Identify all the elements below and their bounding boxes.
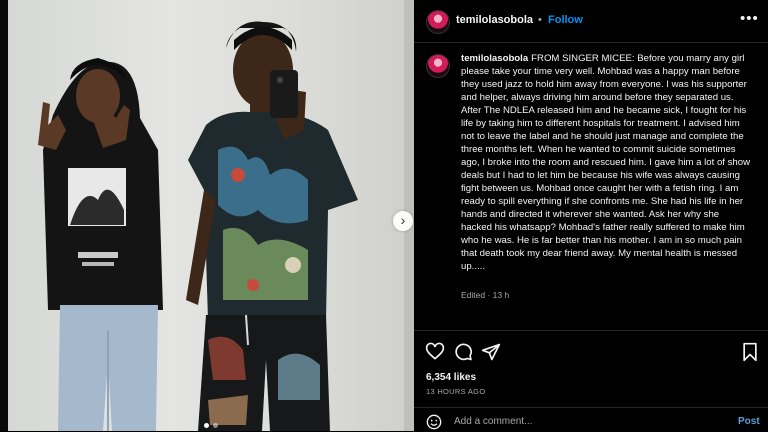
post-comment-button[interactable]: Post <box>738 416 760 427</box>
caption: temilolasobola FROM SINGER MICEE: Before … <box>461 52 751 273</box>
post-time[interactable]: 13 HOURS AGO <box>426 387 485 396</box>
bookmark-icon[interactable] <box>740 342 760 362</box>
backdrop <box>0 0 8 431</box>
carousel-dot <box>213 423 218 428</box>
post-media[interactable]: › <box>8 0 414 431</box>
person-right <box>186 21 358 431</box>
header-username[interactable]: temilolasobola <box>456 14 533 26</box>
carousel-indicator <box>204 423 218 428</box>
follow-button[interactable]: Follow <box>548 14 583 26</box>
post-header: temilolasobola • Follow ••• <box>414 0 768 43</box>
avatar[interactable] <box>426 10 450 34</box>
comment-icon[interactable] <box>453 342 473 362</box>
caption-username[interactable]: temilolasobola <box>461 53 528 64</box>
share-icon[interactable] <box>481 342 501 362</box>
edited-timestamp: Edited · 13 h <box>461 290 510 300</box>
action-bar <box>414 336 768 366</box>
carousel-dot-active <box>204 423 209 428</box>
carousel-next-button[interactable]: › <box>393 211 413 231</box>
person-left <box>38 58 163 431</box>
comment-bar: Post <box>414 407 768 432</box>
emoji-icon[interactable] <box>426 414 442 430</box>
caption-text: FROM SINGER MICEE: Before you marry any … <box>461 53 751 272</box>
post-details-panel: temilolasobola • Follow ••• temilolasobo… <box>414 0 768 431</box>
instagram-post-modal: › temilolasobola • Follow ••• temilolaso… <box>0 0 768 431</box>
header-separator: • <box>538 14 542 26</box>
caption-avatar[interactable] <box>426 54 450 78</box>
comment-input[interactable] <box>454 412 714 430</box>
like-count[interactable]: 6,354 likes <box>426 372 476 383</box>
photo-illustration <box>38 21 358 431</box>
more-options-icon[interactable]: ••• <box>740 10 759 27</box>
caption-section: temilolasobola FROM SINGER MICEE: Before … <box>414 42 768 331</box>
heart-icon[interactable] <box>425 342 445 362</box>
chevron-right-icon: › <box>400 212 406 228</box>
